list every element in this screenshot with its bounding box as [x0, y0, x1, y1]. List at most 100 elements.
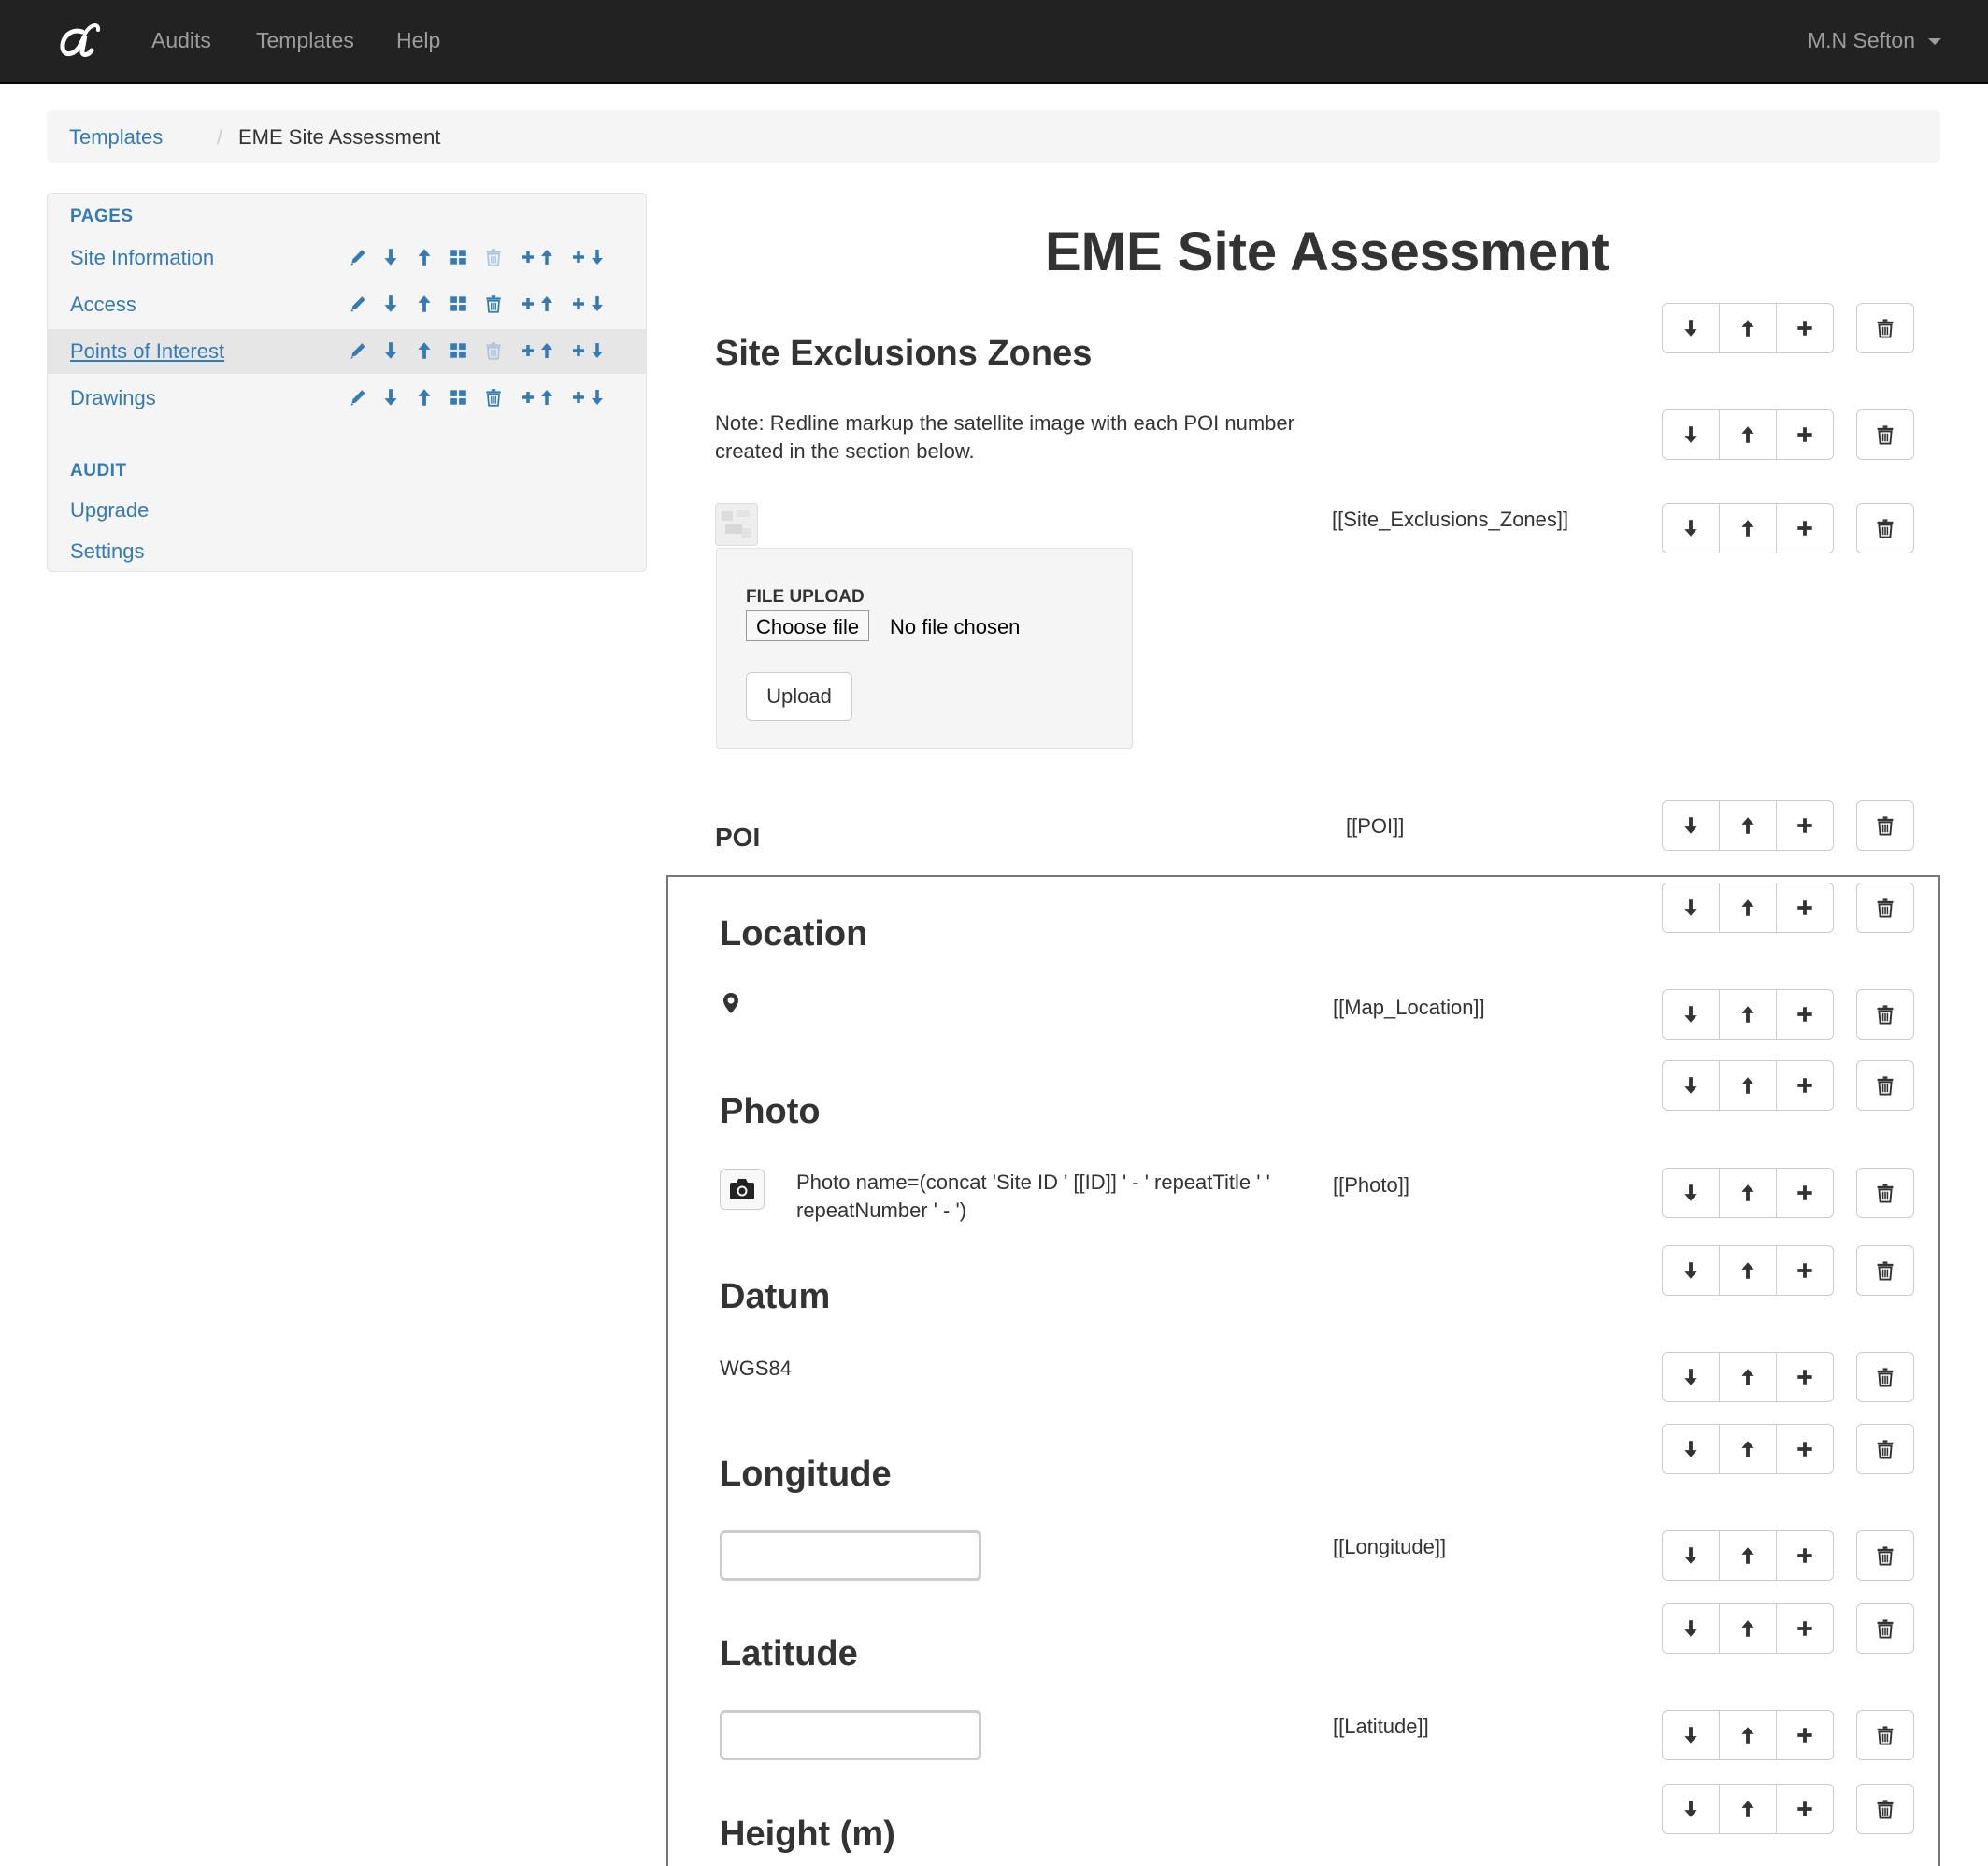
move-up-button[interactable]: [1719, 1245, 1777, 1296]
delete-field-button[interactable]: [1856, 1168, 1914, 1218]
move-up-button[interactable]: [1719, 503, 1777, 553]
delete-field-button[interactable]: [1856, 1060, 1914, 1111]
move-down-button[interactable]: [1662, 1784, 1720, 1834]
move-down-button[interactable]: [1662, 1168, 1720, 1218]
add-field-button[interactable]: [1776, 409, 1834, 460]
move-down-button[interactable]: [1662, 1603, 1720, 1654]
add-field-button[interactable]: [1776, 503, 1834, 553]
move-up-button[interactable]: [1719, 409, 1777, 460]
field-actions: [1662, 989, 1916, 1040]
field-actions: [1662, 503, 1916, 553]
trash-icon: [1877, 1546, 1894, 1566]
move-up-button[interactable]: [1719, 800, 1777, 851]
move-down-button[interactable]: [1662, 989, 1720, 1040]
app-logo[interactable]: [54, 17, 103, 65]
breadcrumb-templates-link[interactable]: Templates: [69, 125, 163, 150]
map-marker-icon[interactable]: [722, 992, 740, 1014]
delete-field-button[interactable]: [1856, 409, 1914, 460]
trash-icon: [1877, 519, 1894, 538]
move-up-button[interactable]: [1719, 1168, 1777, 1218]
insert-above-icon: [522, 250, 552, 265]
delete-field-button[interactable]: [1856, 1530, 1914, 1581]
move-down-button[interactable]: [1662, 503, 1720, 553]
add-field-button[interactable]: [1776, 1245, 1834, 1296]
delete-field-button[interactable]: [1856, 989, 1914, 1040]
add-field-button[interactable]: [1776, 1784, 1834, 1834]
move-down-button[interactable]: [1662, 1352, 1720, 1402]
pencil-icon: [350, 296, 365, 312]
longitude-input[interactable]: [720, 1530, 981, 1581]
move-down-button[interactable]: [1662, 1245, 1720, 1296]
image-thumbnail[interactable]: [715, 503, 758, 546]
user-menu[interactable]: M.N Sefton: [1808, 28, 1941, 53]
move-up-button[interactable]: [1719, 303, 1777, 353]
arrow-down-icon: [384, 342, 397, 359]
move-down-button[interactable]: [1662, 1530, 1720, 1581]
nav-help[interactable]: Help: [396, 28, 440, 53]
move-up-button[interactable]: [1719, 1710, 1777, 1760]
add-field-button[interactable]: [1776, 883, 1834, 933]
trash-icon: [1877, 1076, 1894, 1096]
arrow-down-icon: [1684, 1801, 1697, 1817]
add-field-button[interactable]: [1776, 1424, 1834, 1474]
move-up-button[interactable]: [1719, 1352, 1777, 1402]
page-link[interactable]: Drawings: [70, 386, 156, 410]
page-link[interactable]: Site Information: [70, 246, 214, 270]
choose-file-button[interactable]: Choose file: [746, 610, 870, 641]
move-up-button[interactable]: [1719, 1603, 1777, 1654]
delete-field-button[interactable]: [1856, 1352, 1914, 1402]
add-field-button[interactable]: [1776, 989, 1834, 1040]
move-up-button[interactable]: [1719, 989, 1777, 1040]
delete-field-button[interactable]: [1856, 503, 1914, 553]
add-field-button[interactable]: [1776, 1603, 1834, 1654]
add-field-button[interactable]: [1776, 800, 1834, 851]
page-link[interactable]: Access: [70, 293, 136, 317]
arrow-up-icon: [1741, 1727, 1754, 1744]
delete-field-button[interactable]: [1856, 303, 1914, 353]
delete-field-button[interactable]: [1856, 1603, 1914, 1654]
move-up-button[interactable]: [1719, 1530, 1777, 1581]
pencil-icon: [350, 343, 365, 359]
poi-token: [[POI]]: [1346, 814, 1405, 838]
move-down-button[interactable]: [1662, 1060, 1720, 1111]
delete-field-button[interactable]: [1856, 800, 1914, 851]
move-down-button[interactable]: [1662, 303, 1720, 353]
add-field-button[interactable]: [1776, 1352, 1834, 1402]
sidebar-settings-link[interactable]: Settings: [70, 539, 145, 564]
arrow-down-icon: [1684, 1262, 1697, 1279]
page-link[interactable]: Points of Interest: [70, 339, 224, 364]
camera-button[interactable]: [720, 1169, 765, 1210]
move-up-button[interactable]: [1719, 1060, 1777, 1111]
insert-below-icon: [573, 296, 603, 311]
plus-icon: [1797, 1370, 1812, 1385]
delete-field-button[interactable]: [1856, 1784, 1914, 1834]
add-field-button[interactable]: [1776, 1710, 1834, 1760]
move-up-button[interactable]: [1719, 1784, 1777, 1834]
arrow-down-icon: [1684, 1077, 1697, 1094]
nav-templates[interactable]: Templates: [256, 28, 354, 53]
delete-field-button[interactable]: [1856, 1710, 1914, 1760]
site-exclusions-token: [[Site_Exclusions_Zones]]: [1332, 508, 1569, 531]
delete-field-button[interactable]: [1856, 1424, 1914, 1474]
arrow-down-icon: [1684, 320, 1697, 337]
add-field-button[interactable]: [1776, 1060, 1834, 1111]
move-up-button[interactable]: [1719, 883, 1777, 933]
insert-below-icon: [573, 390, 603, 405]
delete-field-button[interactable]: [1856, 1245, 1914, 1296]
photo-token: [[Photo]]: [1333, 1173, 1409, 1197]
move-down-button[interactable]: [1662, 1424, 1720, 1474]
move-down-button[interactable]: [1662, 883, 1720, 933]
move-down-button[interactable]: [1662, 800, 1720, 851]
sidebar-upgrade-link[interactable]: Upgrade: [70, 498, 149, 523]
arrow-up-icon: [1741, 1441, 1754, 1457]
add-field-button[interactable]: [1776, 303, 1834, 353]
nav-audits[interactable]: Audits: [151, 28, 211, 53]
move-up-button[interactable]: [1719, 1424, 1777, 1474]
move-down-button[interactable]: [1662, 1710, 1720, 1760]
add-field-button[interactable]: [1776, 1530, 1834, 1581]
add-field-button[interactable]: [1776, 1168, 1834, 1218]
latitude-input[interactable]: [720, 1710, 981, 1760]
delete-field-button[interactable]: [1856, 883, 1914, 933]
upload-button[interactable]: Upload: [746, 672, 852, 721]
move-down-button[interactable]: [1662, 409, 1720, 460]
